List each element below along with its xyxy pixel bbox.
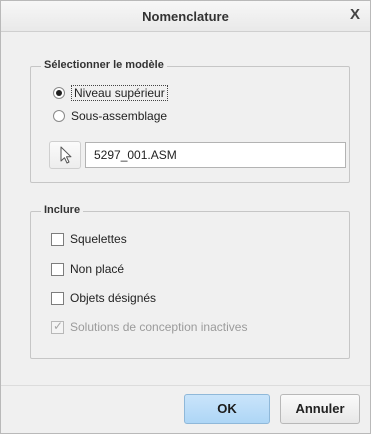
checkbox-inactive-solutions-label: Solutions de conception inactives bbox=[70, 320, 248, 334]
radio-top-level[interactable]: Niveau supérieur bbox=[53, 85, 168, 101]
checkmark-icon: ✓ bbox=[53, 318, 64, 333]
radio-top-level-indicator[interactable] bbox=[53, 87, 65, 99]
footer-divider bbox=[1, 385, 370, 386]
close-button[interactable]: X bbox=[346, 6, 364, 24]
cursor-arrow-icon bbox=[60, 146, 72, 164]
select-model-button[interactable] bbox=[49, 141, 81, 169]
checkbox-objets-designes-box[interactable] bbox=[51, 291, 64, 305]
include-legend: Inclure bbox=[41, 204, 84, 216]
title-bar[interactable]: Nomenclature X bbox=[1, 1, 370, 32]
checkbox-non-place-label: Non placé bbox=[70, 262, 125, 276]
model-name-field[interactable]: 5297_001.ASM bbox=[85, 142, 346, 168]
select-model-legend: Sélectionner le modèle bbox=[41, 59, 167, 71]
checkbox-squelettes-box[interactable] bbox=[51, 232, 64, 246]
checkbox-objets-designes-label: Objets désignés bbox=[70, 291, 157, 305]
radio-top-level-label: Niveau supérieur bbox=[71, 85, 168, 101]
radio-subassembly-label: Sous-assemblage bbox=[71, 109, 168, 123]
checkbox-non-place[interactable]: Non placé bbox=[51, 262, 124, 276]
dialog-title: Nomenclature bbox=[142, 9, 229, 24]
cancel-button[interactable]: Annuler bbox=[280, 394, 360, 424]
checkbox-squelettes[interactable]: Squelettes bbox=[51, 232, 127, 246]
radio-subassembly[interactable]: Sous-assemblage bbox=[53, 109, 167, 123]
checkbox-inactive-solutions: ✓ Solutions de conception inactives bbox=[51, 318, 248, 334]
radio-subassembly-indicator[interactable] bbox=[53, 110, 65, 122]
nomenclature-dialog: Nomenclature X Sélectionner le modèle Ni… bbox=[0, 0, 371, 434]
ok-button[interactable]: OK bbox=[184, 394, 270, 424]
checkbox-non-place-box[interactable] bbox=[51, 262, 64, 276]
checkbox-squelettes-label: Squelettes bbox=[70, 232, 127, 246]
checkbox-inactive-solutions-box: ✓ bbox=[51, 318, 64, 334]
close-icon: X bbox=[349, 6, 360, 23]
checkbox-objets-designes[interactable]: Objets désignés bbox=[51, 291, 156, 305]
